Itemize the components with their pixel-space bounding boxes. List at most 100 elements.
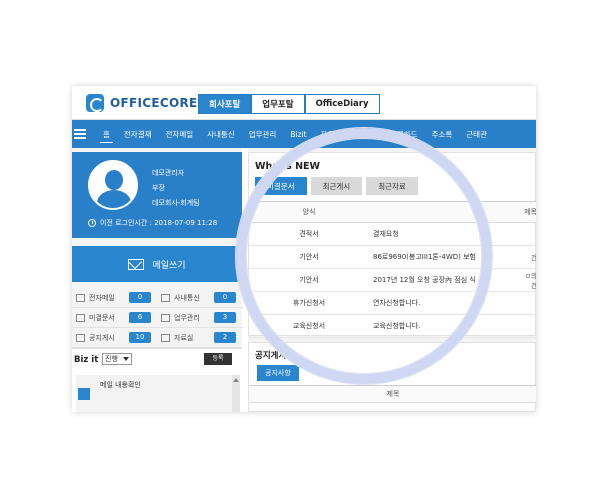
tab-recent-files[interactable]: 최근자료 bbox=[366, 177, 418, 195]
main-nav: 홈 전자결재 전자메일 사내통신 업무관리 Bizit 자료실 공지게시 웹하드… bbox=[72, 120, 536, 148]
cell-title: 결재요청 bbox=[373, 230, 399, 238]
bizit-status-select[interactable]: 진행 bbox=[102, 353, 132, 365]
last-login: 이전 로그인시간 : 2018-07-09 11:28 bbox=[88, 218, 217, 228]
profile-info: 데모관리자 부장 데모회사-회계팀 bbox=[152, 166, 200, 211]
tab-office-diary[interactable]: OfficeDiary bbox=[304, 94, 380, 114]
logo-icon bbox=[86, 94, 104, 112]
count-label: 전자메일 bbox=[89, 293, 115, 302]
nav-item-approval[interactable]: 전자결재 bbox=[117, 120, 159, 148]
nav-item-task[interactable]: 업무관리 bbox=[242, 120, 284, 148]
count-pending-docs[interactable]: 미결문서 6 bbox=[72, 312, 157, 323]
compose-mail-label: 메일쓰기 bbox=[152, 260, 186, 271]
pending-docs-table: 양식 제목 견적서 결재요청 기안서 86로9690(봉고III1톤-4WD) … bbox=[249, 201, 536, 338]
avatar[interactable] bbox=[88, 160, 138, 210]
logo[interactable]: OFFICECORE bbox=[86, 94, 198, 112]
avatar-head bbox=[105, 170, 123, 190]
right-panel: What's NEW 미결문서 최근게시 최근자료 양식 제목 견적서 결재요청 bbox=[248, 148, 536, 412]
logo-text: OFFICECORE bbox=[110, 96, 198, 110]
bizit-item-text: 메일 내용확인 bbox=[100, 381, 141, 389]
nav-item-bizit[interactable]: Bizit bbox=[283, 120, 313, 148]
chevron-down-icon bbox=[123, 357, 129, 361]
table-header: 양식 제목 bbox=[249, 201, 536, 223]
last-login-text: 이전 로그인시간 : 2018-07-09 11:28 bbox=[100, 219, 218, 227]
tab-notice[interactable]: 공지사항 bbox=[257, 365, 299, 381]
folder-icon bbox=[161, 313, 170, 322]
count-label: 사내통신 bbox=[174, 293, 200, 302]
tab-work-portal[interactable]: 업무포탈 bbox=[251, 94, 305, 114]
whats-new-title: What's NEW bbox=[255, 161, 320, 172]
table-row[interactable]: 기안서 2017년 12월 오창 공장內 점심 식 ㅁ의 건 bbox=[249, 269, 536, 292]
profile-name: 데모관리자 bbox=[152, 169, 185, 177]
count-badge: 0 bbox=[129, 292, 151, 303]
nav-item-messenger[interactable]: 사내통신 bbox=[200, 120, 242, 148]
count-badge: 0 bbox=[214, 292, 236, 303]
cell-form: 교육신청서 bbox=[292, 322, 326, 330]
header: OFFICECORE 회사포탈 업무포탈 OfficeDiary bbox=[72, 86, 536, 120]
count-badge: 6 bbox=[129, 312, 151, 323]
bizit-register-button[interactable]: 등록 bbox=[204, 353, 232, 365]
notice-title: 공지게시 bbox=[255, 351, 287, 361]
table-row[interactable]: 교육신청서 교육신청합니다. bbox=[249, 315, 536, 338]
bizit-item-icon bbox=[78, 388, 90, 400]
nav-item-archive[interactable]: 자료실 bbox=[314, 120, 349, 148]
profile-card: 데모관리자 부장 데모회사-회계팀 이전 로그인시간 : 2018-07-09 … bbox=[72, 152, 242, 238]
cell-title: 2017년 12월 오창 공장內 점심 식 bbox=[373, 276, 476, 284]
table-row[interactable]: 기안서 86로9690(봉고III1톤-4WD) 보험 건 bbox=[249, 246, 536, 269]
bizit-title: Biz it bbox=[74, 355, 99, 365]
list-item[interactable]: 메일 내용확인 bbox=[76, 375, 234, 412]
notice-panel: 공지게시 공지사항 제목 bbox=[248, 342, 536, 412]
notice-column-title: 제목 bbox=[249, 385, 536, 403]
count-label: 미결문서 bbox=[89, 313, 115, 322]
compose-mail-button[interactable]: 메일쓰기 bbox=[72, 246, 242, 282]
table-row[interactable]: 휴가신청서 연차신청합니다. bbox=[249, 292, 536, 315]
count-label: 자료실 bbox=[174, 333, 194, 342]
clock-icon bbox=[88, 219, 96, 227]
count-archive[interactable]: 자료실 2 bbox=[157, 332, 242, 343]
portal-tabs: 회사포탈 업무포탈 OfficeDiary bbox=[198, 94, 380, 114]
table-row[interactable]: 견적서 결재요청 bbox=[249, 223, 536, 246]
app-window: OFFICECORE 회사포탈 업무포탈 OfficeDiary 홈 전자결재 … bbox=[72, 86, 536, 412]
bizit-select-value: 진행 bbox=[105, 355, 118, 363]
cell-title: 연차신청합니다. bbox=[373, 299, 421, 307]
bizit-panel: Biz it 진행 등록 메일 내용확인 bbox=[72, 348, 242, 412]
column-header-form: 양식 bbox=[302, 208, 316, 216]
mail-icon bbox=[76, 293, 85, 302]
cell-title: 교육신청합니다. bbox=[373, 322, 421, 330]
profile-department: 데모회사-회계팀 bbox=[152, 199, 200, 207]
count-badge: 3 bbox=[214, 312, 236, 323]
nav-item-email[interactable]: 전자메일 bbox=[159, 120, 201, 148]
nav-item-addressbook[interactable]: 주소록 bbox=[425, 120, 460, 148]
nav-item-webhard[interactable]: 웹하드 bbox=[390, 120, 425, 148]
whats-new-tabs: 미결문서 최근게시 최근자료 bbox=[255, 177, 422, 195]
cell-extra: 건 bbox=[531, 254, 536, 262]
notice-icon bbox=[76, 333, 85, 342]
cell-form: 기안서 bbox=[299, 276, 319, 284]
tab-pending-docs[interactable]: 미결문서 bbox=[255, 177, 307, 195]
cell-form: 견적서 bbox=[299, 230, 319, 238]
count-task[interactable]: 업무관리 3 bbox=[157, 312, 242, 323]
cell-extra: ㅁ의 건 bbox=[525, 272, 536, 290]
left-panel: 데모관리자 부장 데모회사-회계팀 이전 로그인시간 : 2018-07-09 … bbox=[72, 148, 242, 412]
whats-new-panel: What's NEW 미결문서 최근게시 최근자료 양식 제목 견적서 결재요청 bbox=[248, 152, 536, 338]
count-notice[interactable]: 공지게시 10 bbox=[72, 332, 157, 343]
count-label: 공지게시 bbox=[89, 333, 115, 342]
tab-recent-posts[interactable]: 최근게시 bbox=[310, 177, 363, 195]
scrollbar[interactable] bbox=[232, 375, 240, 412]
nav-item-notice[interactable]: 공지게시 bbox=[348, 120, 390, 148]
tab-company-portal[interactable]: 회사포탈 bbox=[198, 94, 252, 114]
storage-icon bbox=[161, 333, 170, 342]
document-icon bbox=[76, 313, 85, 322]
count-email[interactable]: 전자메일 0 bbox=[72, 292, 157, 303]
count-messenger[interactable]: 사내통신 0 bbox=[157, 292, 242, 303]
nav-item-home[interactable]: 홈 bbox=[96, 120, 117, 148]
nav-item-attendance[interactable]: 근태관 bbox=[459, 120, 494, 148]
count-row: 전자메일 0 사내통신 0 bbox=[72, 288, 242, 308]
cell-form: 기안서 bbox=[299, 253, 319, 261]
count-badge: 10 bbox=[129, 332, 151, 343]
menu-icon[interactable] bbox=[74, 127, 86, 141]
avatar-body bbox=[97, 190, 131, 208]
count-badge: 2 bbox=[214, 332, 236, 343]
link-icon bbox=[161, 293, 170, 302]
count-row: 공지게시 10 자료실 2 bbox=[72, 328, 242, 348]
profile-position: 부장 bbox=[152, 184, 165, 192]
